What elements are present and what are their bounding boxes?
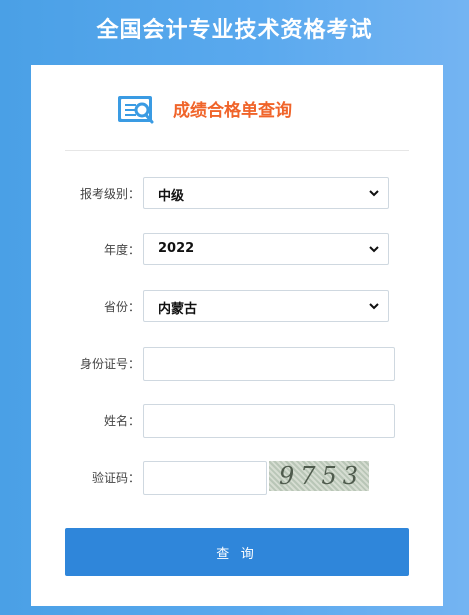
card-header: 成绩合格单查询: [31, 65, 443, 151]
query-button[interactable]: 查 询: [65, 528, 409, 576]
year-select[interactable]: 2022: [143, 233, 389, 265]
id-number-label: 身份证号：: [79, 357, 140, 371]
level-row: 报考级别： 中级: [31, 177, 443, 209]
year-value: 2022: [158, 241, 195, 256]
level-select[interactable]: 中级: [143, 177, 389, 209]
search-list-icon: [118, 96, 154, 124]
id-number-row: 身份证号：: [31, 347, 443, 381]
level-label: 报考级别：: [79, 187, 140, 201]
captcha-text: 9753: [279, 462, 365, 490]
captcha-label: 验证码：: [91, 471, 140, 485]
chevron-down-icon: [369, 246, 379, 253]
captcha-input[interactable]: [143, 461, 267, 495]
captcha-image[interactable]: 9753: [269, 461, 369, 491]
header-divider: [65, 150, 409, 151]
chevron-down-icon: [369, 303, 379, 310]
captcha-row: 验证码： 9753: [31, 461, 443, 495]
page-title: 全国会计专业技术资格考试: [96, 18, 373, 43]
card-title: 成绩合格单查询: [173, 101, 292, 121]
province-value: 内蒙古: [158, 302, 198, 317]
query-card: 成绩合格单查询 报考级别： 中级 年度： 2022 省份： 内蒙古 身份证号： …: [31, 65, 443, 606]
province-row: 省份： 内蒙古: [31, 290, 443, 322]
province-label: 省份：: [103, 300, 140, 314]
province-select[interactable]: 内蒙古: [143, 290, 389, 322]
name-row: 姓名：: [31, 404, 443, 438]
id-number-input[interactable]: [143, 347, 395, 381]
name-input[interactable]: [143, 404, 395, 438]
chevron-down-icon: [369, 190, 379, 197]
year-label: 年度：: [103, 243, 140, 257]
level-value: 中级: [158, 189, 185, 204]
name-label: 姓名：: [103, 414, 140, 428]
year-row: 年度： 2022: [31, 233, 443, 265]
